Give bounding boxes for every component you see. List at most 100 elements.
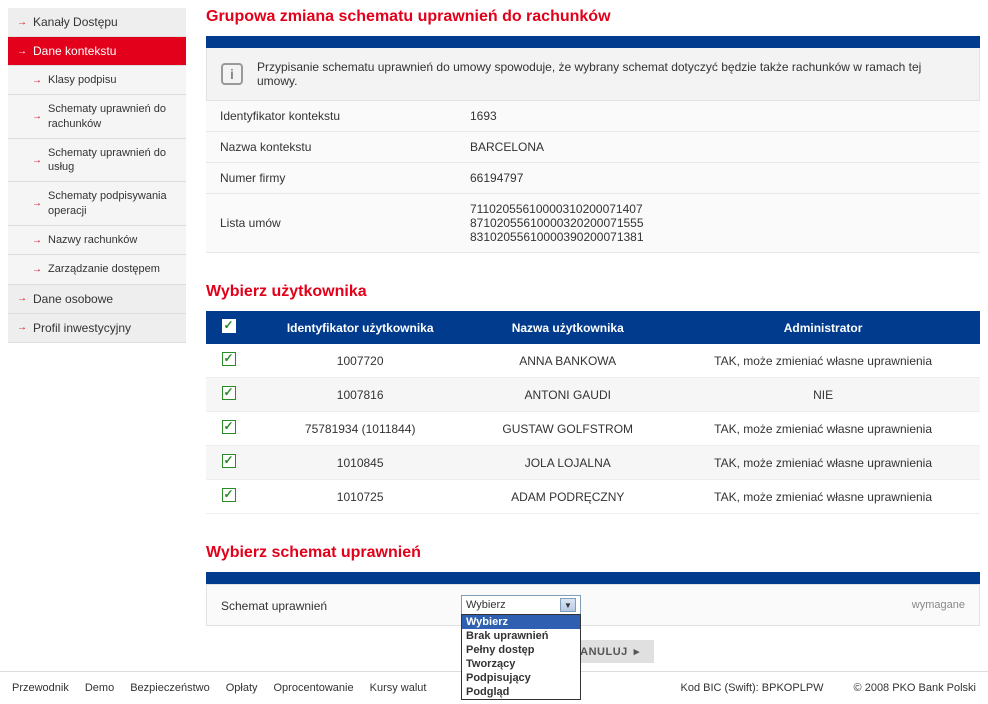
table-row: 1007816ANTONI GAUDINIE	[206, 378, 980, 412]
sidebar-item-account-schemes[interactable]: → Schematy uprawnień do rachunków	[8, 95, 186, 139]
user-checkbox[interactable]	[222, 488, 236, 502]
schema-box: Schemat uprawnień Wybierz ▼ WybierzBrak …	[206, 584, 980, 626]
user-checkbox[interactable]	[222, 420, 236, 434]
dropdown-option[interactable]: Podgląd	[462, 685, 580, 699]
user-name: JOLA LOJALNA	[469, 446, 666, 480]
dropdown-option[interactable]: Pełny dostęp	[462, 643, 580, 657]
arrow-icon: →	[17, 46, 27, 57]
user-id: 1010845	[251, 446, 469, 480]
sidebar-item-access-mgmt[interactable]: →Zarządzanie dostępem	[8, 255, 186, 284]
header-bar	[206, 36, 980, 48]
header-bar-2	[206, 572, 980, 584]
user-name: ANTONI GAUDI	[469, 378, 666, 412]
context-name-value: BARCELONA	[456, 132, 980, 163]
info-box: i Przypisanie schematu uprawnień do umow…	[206, 48, 980, 101]
context-company-value: 66194797	[456, 163, 980, 194]
user-admin: TAK, może zmieniać własne uprawnienia	[666, 480, 980, 514]
sidebar-item-label: Kanały Dostępu	[33, 15, 118, 29]
table-row: 1007720ANNA BANKOWATAK, może zmieniać wł…	[206, 344, 980, 378]
sidebar-item-context[interactable]: → Dane kontekstu	[8, 37, 186, 66]
user-admin: TAK, może zmieniać własne uprawnienia	[666, 412, 980, 446]
footer-link[interactable]: Opłaty	[226, 682, 258, 694]
cancel-label: ANULUJ	[580, 646, 628, 658]
dropdown-option[interactable]: Tworzący	[462, 657, 580, 671]
sidebar-item-account-names[interactable]: → Nazwy rachunków	[8, 226, 186, 255]
table-row: 75781934 (1011844)GUSTAW GOLFSTROMTAK, m…	[206, 412, 980, 446]
sidebar: → Kanały Dostępu → Dane kontekstu → Klasy p…	[8, 8, 186, 663]
context-id-label: Identyfikator kontekstu	[206, 101, 456, 132]
col-admin: Administrator	[666, 311, 980, 344]
sidebar-item-label: Klasy podpisu	[48, 73, 117, 87]
arrow-icon: →	[17, 322, 27, 333]
footer-link[interactable]: Przewodnik	[12, 682, 69, 694]
context-table: Identyfikator kontekstu1693 Nazwa kontek…	[206, 101, 980, 253]
user-admin: NIE	[666, 378, 980, 412]
user-id: 1007816	[251, 378, 469, 412]
sidebar-item-label: Dane osobowe	[33, 292, 113, 306]
select-head[interactable]: Wybierz ▼	[461, 595, 581, 615]
user-checkbox[interactable]	[222, 454, 236, 468]
user-name: ADAM PODRĘCZNY	[469, 480, 666, 514]
sidebar-item-label: Profil inwestycyjny	[33, 321, 131, 335]
table-row: 1010725ADAM PODRĘCZNYTAK, może zmieniać …	[206, 480, 980, 514]
footer-link[interactable]: Bezpieczeństwo	[130, 682, 210, 694]
users-title: Wybierz użytkownika	[206, 283, 980, 301]
user-id: 1010725	[251, 480, 469, 514]
col-id: Identyfikator użytkownika	[251, 311, 469, 344]
user-name: GUSTAW GOLFSTROM	[469, 412, 666, 446]
sidebar-item-label: Nazwy rachunków	[48, 233, 137, 247]
arrow-icon: →	[32, 234, 42, 247]
arrow-icon: →	[32, 197, 42, 210]
sidebar-item-label: Schematy uprawnień do rachunków	[48, 102, 177, 131]
sidebar-item-label: Dane kontekstu	[33, 44, 116, 58]
sidebar-item-invest-profile[interactable]: → Profil inwestycyjny	[8, 314, 186, 343]
user-checkbox[interactable]	[222, 352, 236, 366]
sidebar-item-signing-schemes[interactable]: → Schematy podpisywania operacji	[8, 182, 186, 226]
arrow-icon: →	[17, 293, 27, 304]
dropdown-option[interactable]: Brak uprawnień	[462, 629, 580, 643]
schema-select[interactable]: Wybierz ▼ WybierzBrak uprawnieńPełny dos…	[461, 595, 581, 615]
select-all-checkbox[interactable]	[222, 319, 236, 333]
footer-copyright: © 2008 PKO Bank Polski	[854, 682, 976, 694]
schema-dropdown: WybierzBrak uprawnieńPełny dostępTworząc…	[461, 614, 581, 700]
dropdown-option[interactable]: Podpisujący	[462, 671, 580, 685]
page-title: Grupowa zmiana schematu uprawnień do rac…	[206, 8, 980, 26]
col-name: Nazwa użytkownika	[469, 311, 666, 344]
context-company-label: Numer firmy	[206, 163, 456, 194]
footer-link[interactable]: Demo	[85, 682, 114, 694]
main-content: Grupowa zmiana schematu uprawnień do rac…	[206, 8, 980, 663]
schema-required: wymagane	[912, 595, 965, 611]
arrow-icon: →	[32, 110, 42, 123]
context-id-value: 1693	[456, 101, 980, 132]
arrow-icon: →	[32, 263, 42, 276]
sidebar-item-label: Schematy uprawnień do usług	[48, 146, 177, 175]
sidebar-item-label: Schematy podpisywania operacji	[48, 189, 177, 218]
info-text: Przypisanie schematu uprawnień do umowy …	[257, 60, 965, 88]
user-name: ANNA BANKOWA	[469, 344, 666, 378]
table-row: 1010845JOLA LOJALNATAK, może zmieniać wł…	[206, 446, 980, 480]
user-admin: TAK, może zmieniać własne uprawnienia	[666, 446, 980, 480]
arrow-icon: →	[17, 17, 27, 28]
context-name-label: Nazwa kontekstu	[206, 132, 456, 163]
user-admin: TAK, może zmieniać własne uprawnienia	[666, 344, 980, 378]
footer-bic: Kod BIC (Swift): BPKOPLPW	[681, 682, 824, 694]
footer-link[interactable]: Oprocentowanie	[274, 682, 354, 694]
sidebar-item-personal-data[interactable]: → Dane osobowe	[8, 285, 186, 314]
context-contracts-value: 71102055610000310200071407 8710205561000…	[456, 194, 980, 253]
user-checkbox[interactable]	[222, 386, 236, 400]
arrow-icon: →	[32, 74, 42, 87]
dropdown-option[interactable]: Wybierz	[462, 615, 580, 629]
sidebar-item-service-schemes[interactable]: →Schematy uprawnień do usług	[8, 139, 186, 183]
sidebar-item-signature-classes[interactable]: → Klasy podpisu	[8, 66, 186, 95]
chevron-right-icon: ▸	[634, 645, 640, 658]
user-id: 75781934 (1011844)	[251, 412, 469, 446]
action-row: ▶ ANULUJ▸	[206, 640, 980, 663]
context-contracts-label: Lista umów	[206, 194, 456, 253]
schema-title: Wybierz schemat uprawnień	[206, 544, 980, 562]
sidebar-item-channels[interactable]: → Kanały Dostępu	[8, 8, 186, 37]
info-icon: i	[221, 63, 243, 85]
user-id: 1007720	[251, 344, 469, 378]
chevron-down-icon[interactable]: ▼	[560, 598, 576, 612]
footer-link[interactable]: Kursy walut	[370, 682, 427, 694]
users-table: Identyfikator użytkownika Nazwa użytkown…	[206, 311, 980, 514]
